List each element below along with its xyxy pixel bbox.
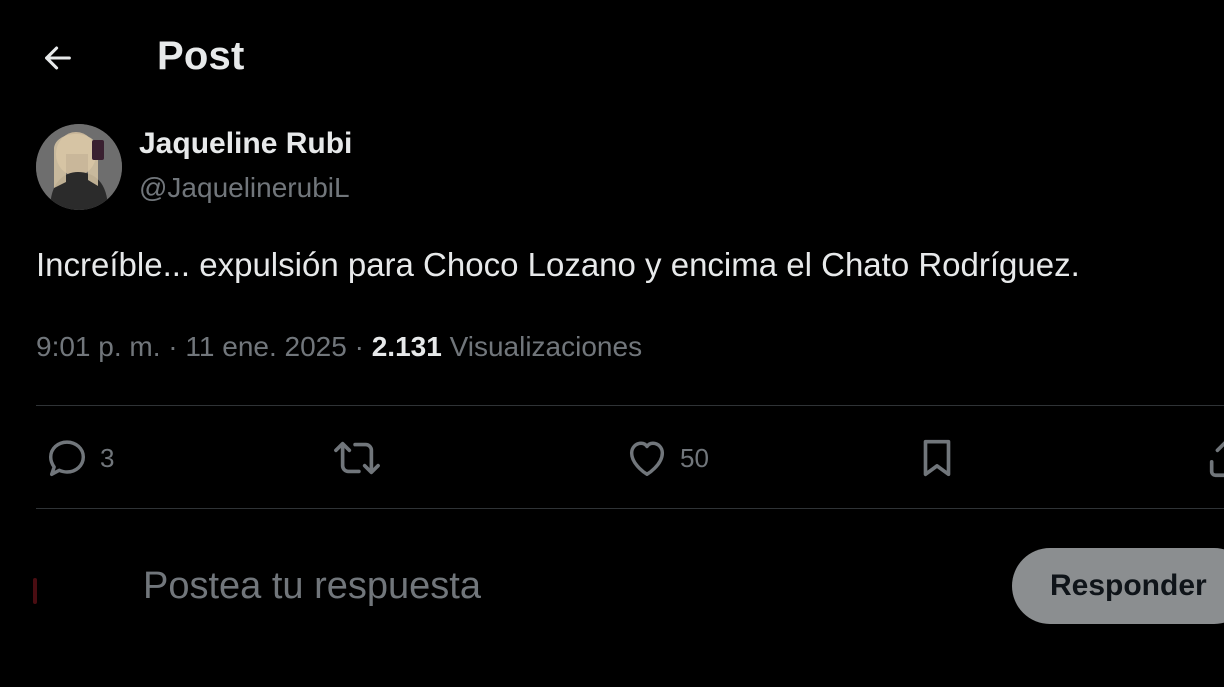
- avatar[interactable]: [36, 124, 122, 210]
- like-icon: [624, 435, 670, 481]
- divider: [36, 405, 1224, 406]
- bookmark-button[interactable]: [914, 432, 960, 484]
- page-title: Post: [157, 34, 245, 78]
- reply-icon: [44, 435, 90, 481]
- views-count: 2.131: [371, 331, 442, 362]
- reply-count: 3: [100, 442, 115, 473]
- reply-button[interactable]: 3: [44, 432, 114, 484]
- author-name[interactable]: Jaqueline Rubi: [139, 127, 352, 161]
- like-count: 50: [680, 442, 709, 473]
- reply-avatar: [33, 578, 37, 604]
- views-label: Visualizaciones: [449, 331, 643, 362]
- post-date[interactable]: 11 ene. 2025: [185, 331, 346, 362]
- divider: [36, 508, 1224, 509]
- repost-button[interactable]: [332, 432, 382, 484]
- meta-separator: ·: [168, 331, 178, 362]
- back-button[interactable]: [36, 38, 80, 82]
- top-bar: Post: [0, 0, 1224, 110]
- author-handle[interactable]: @JaquelinerubiL: [139, 172, 350, 204]
- bookmark-icon: [914, 435, 960, 481]
- share-button[interactable]: [1204, 432, 1224, 484]
- post-text: Increíble... expulsión para Choco Lozano…: [36, 246, 1080, 283]
- repost-icon: [332, 435, 382, 481]
- like-button[interactable]: 50: [624, 432, 709, 484]
- post-meta: 9:01 p. m. · 11 ene. 2025 · 2.131 Visual…: [36, 331, 642, 363]
- share-icon: [1204, 435, 1224, 481]
- arrow-left-icon: [41, 41, 75, 80]
- meta-separator: ·: [354, 331, 364, 362]
- reply-input[interactable]: [143, 560, 963, 612]
- post-time[interactable]: 9:01 p. m.: [36, 331, 161, 362]
- reply-submit-button[interactable]: Responder: [1012, 548, 1224, 624]
